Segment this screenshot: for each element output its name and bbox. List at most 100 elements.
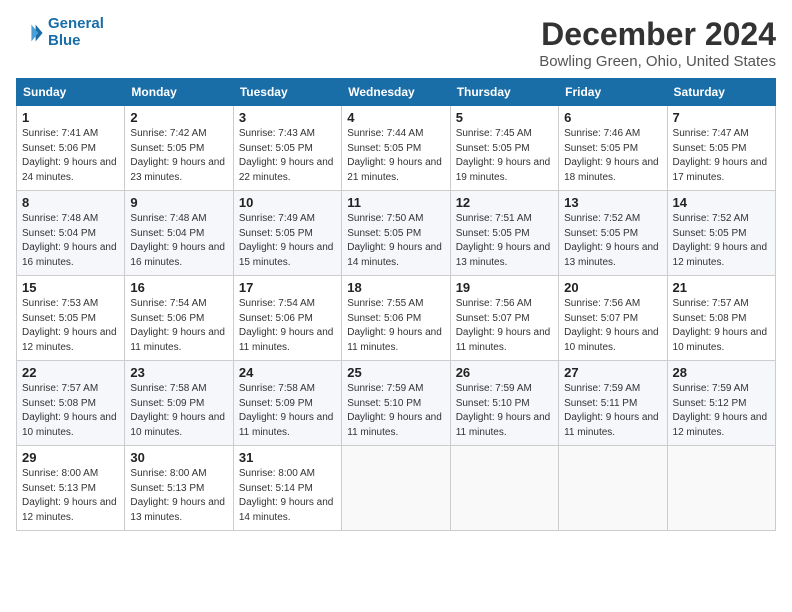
day-detail: Sunrise: 7:54 AM Sunset: 5:06 PM Dayligh…	[239, 297, 336, 355]
day-detail: Sunrise: 7:51 AM Sunset: 5:05 PM Dayligh…	[456, 212, 553, 270]
calendar-week-1: 1 Sunrise: 7:41 AM Sunset: 5:06 PM Daylig…	[17, 106, 776, 191]
day-detail: Sunrise: 8:00 AM Sunset: 5:14 PM Dayligh…	[239, 467, 336, 525]
calendar-cell: 15 Sunrise: 7:53 AM Sunset: 5:05 PM Dayli…	[17, 276, 125, 361]
day-detail: Sunrise: 8:00 AM Sunset: 5:13 PM Dayligh…	[22, 467, 119, 525]
day-detail: Sunrise: 7:42 AM Sunset: 5:05 PM Dayligh…	[130, 127, 227, 185]
calendar-cell: 19 Sunrise: 7:56 AM Sunset: 5:07 PM Dayli…	[450, 276, 558, 361]
calendar-cell: 21Sunrise: 7:57 AM Sunset: 5:08 PM Dayli…	[667, 276, 775, 361]
day-number: 7	[673, 110, 770, 125]
calendar-cell: 27 Sunrise: 7:59 AM Sunset: 5:11 PM Dayli…	[559, 361, 667, 446]
day-number: 22	[22, 365, 119, 380]
day-detail: Sunrise: 7:59 AM Sunset: 5:10 PM Dayligh…	[347, 382, 444, 440]
calendar-cell: 28Sunrise: 7:59 AM Sunset: 5:12 PM Dayli…	[667, 361, 775, 446]
calendar-cell: 10Sunrise: 7:49 AM Sunset: 5:05 PM Dayli…	[233, 191, 341, 276]
day-detail: Sunrise: 7:49 AM Sunset: 5:05 PM Dayligh…	[239, 212, 336, 270]
calendar-table: SundayMondayTuesdayWednesdayThursdayFrid…	[16, 78, 776, 531]
calendar-week-3: 15 Sunrise: 7:53 AM Sunset: 5:05 PM Dayli…	[17, 276, 776, 361]
day-number: 28	[673, 365, 770, 380]
day-detail: Sunrise: 7:48 AM Sunset: 5:04 PM Dayligh…	[22, 212, 119, 270]
calendar-cell: 20 Sunrise: 7:56 AM Sunset: 5:07 PM Dayli…	[559, 276, 667, 361]
calendar-cell: 2 Sunrise: 7:42 AM Sunset: 5:05 PM Daylig…	[125, 106, 233, 191]
day-detail: Sunrise: 7:43 AM Sunset: 5:05 PM Dayligh…	[239, 127, 336, 185]
day-detail: Sunrise: 7:50 AM Sunset: 5:05 PM Dayligh…	[347, 212, 444, 270]
weekday-header-row: SundayMondayTuesdayWednesdayThursdayFrid…	[17, 79, 776, 106]
day-detail: Sunrise: 7:57 AM Sunset: 5:08 PM Dayligh…	[22, 382, 119, 440]
day-detail: Sunrise: 7:48 AM Sunset: 5:04 PM Dayligh…	[130, 212, 227, 270]
calendar-cell: 17 Sunrise: 7:54 AM Sunset: 5:06 PM Dayli…	[233, 276, 341, 361]
calendar-title-area: December 2024 Bowling Green, Ohio, Unite…	[539, 16, 776, 70]
logo-text-line2: Blue	[48, 33, 104, 50]
day-detail: Sunrise: 7:59 AM Sunset: 5:10 PM Dayligh…	[456, 382, 553, 440]
weekday-header-friday: Friday	[559, 79, 667, 106]
logo: General Blue	[16, 16, 104, 49]
day-detail: Sunrise: 7:54 AM Sunset: 5:06 PM Dayligh…	[130, 297, 227, 355]
calendar-week-5: 29 Sunrise: 8:00 AM Sunset: 5:13 PM Dayli…	[17, 446, 776, 531]
calendar-cell: 18Sunrise: 7:55 AM Sunset: 5:06 PM Dayli…	[342, 276, 450, 361]
day-number: 3	[239, 110, 336, 125]
day-detail: Sunrise: 7:41 AM Sunset: 5:06 PM Dayligh…	[22, 127, 119, 185]
calendar-cell: 12 Sunrise: 7:51 AM Sunset: 5:05 PM Dayli…	[450, 191, 558, 276]
day-number: 29	[22, 450, 119, 465]
day-number: 18	[347, 280, 444, 295]
calendar-week-2: 8 Sunrise: 7:48 AM Sunset: 5:04 PM Daylig…	[17, 191, 776, 276]
calendar-cell: 1 Sunrise: 7:41 AM Sunset: 5:06 PM Daylig…	[17, 106, 125, 191]
day-number: 23	[130, 365, 227, 380]
day-detail: Sunrise: 7:53 AM Sunset: 5:05 PM Dayligh…	[22, 297, 119, 355]
calendar-cell: 7 Sunrise: 7:47 AM Sunset: 5:05 PM Daylig…	[667, 106, 775, 191]
logo-icon	[16, 19, 44, 47]
weekday-header-sunday: Sunday	[17, 79, 125, 106]
calendar-cell: 31 Sunrise: 8:00 AM Sunset: 5:14 PM Dayli…	[233, 446, 341, 531]
day-number: 17	[239, 280, 336, 295]
calendar-cell: 22 Sunrise: 7:57 AM Sunset: 5:08 PM Dayli…	[17, 361, 125, 446]
day-detail: Sunrise: 7:46 AM Sunset: 5:05 PM Dayligh…	[564, 127, 661, 185]
day-detail: Sunrise: 7:47 AM Sunset: 5:05 PM Dayligh…	[673, 127, 770, 185]
day-detail: Sunrise: 7:44 AM Sunset: 5:05 PM Dayligh…	[347, 127, 444, 185]
day-number: 11	[347, 195, 444, 210]
calendar-cell	[450, 446, 558, 531]
day-number: 20	[564, 280, 661, 295]
day-number: 1	[22, 110, 119, 125]
calendar-cell: 29 Sunrise: 8:00 AM Sunset: 5:13 PM Dayli…	[17, 446, 125, 531]
day-number: 12	[456, 195, 553, 210]
calendar-cell	[559, 446, 667, 531]
day-number: 13	[564, 195, 661, 210]
day-detail: Sunrise: 7:52 AM Sunset: 5:05 PM Dayligh…	[564, 212, 661, 270]
day-number: 24	[239, 365, 336, 380]
weekday-header-thursday: Thursday	[450, 79, 558, 106]
day-number: 15	[22, 280, 119, 295]
day-detail: Sunrise: 7:56 AM Sunset: 5:07 PM Dayligh…	[456, 297, 553, 355]
calendar-cell: 26 Sunrise: 7:59 AM Sunset: 5:10 PM Dayli…	[450, 361, 558, 446]
day-detail: Sunrise: 7:45 AM Sunset: 5:05 PM Dayligh…	[456, 127, 553, 185]
day-number: 8	[22, 195, 119, 210]
day-detail: Sunrise: 8:00 AM Sunset: 5:13 PM Dayligh…	[130, 467, 227, 525]
day-number: 9	[130, 195, 227, 210]
day-number: 5	[456, 110, 553, 125]
calendar-week-4: 22 Sunrise: 7:57 AM Sunset: 5:08 PM Dayli…	[17, 361, 776, 446]
logo-text-line1: General	[48, 16, 104, 33]
page-header: General Blue December 2024 Bowling Green…	[16, 16, 776, 70]
calendar-cell: 30 Sunrise: 8:00 AM Sunset: 5:13 PM Dayli…	[125, 446, 233, 531]
day-number: 26	[456, 365, 553, 380]
weekday-header-monday: Monday	[125, 79, 233, 106]
day-detail: Sunrise: 7:56 AM Sunset: 5:07 PM Dayligh…	[564, 297, 661, 355]
day-number: 6	[564, 110, 661, 125]
location-title: Bowling Green, Ohio, United States	[539, 53, 776, 70]
calendar-cell: 11 Sunrise: 7:50 AM Sunset: 5:05 PM Dayli…	[342, 191, 450, 276]
calendar-cell: 13 Sunrise: 7:52 AM Sunset: 5:05 PM Dayli…	[559, 191, 667, 276]
day-detail: Sunrise: 7:59 AM Sunset: 5:11 PM Dayligh…	[564, 382, 661, 440]
calendar-cell: 14Sunrise: 7:52 AM Sunset: 5:05 PM Dayli…	[667, 191, 775, 276]
day-number: 30	[130, 450, 227, 465]
day-number: 4	[347, 110, 444, 125]
day-number: 27	[564, 365, 661, 380]
day-number: 19	[456, 280, 553, 295]
calendar-cell: 25Sunrise: 7:59 AM Sunset: 5:10 PM Dayli…	[342, 361, 450, 446]
day-number: 16	[130, 280, 227, 295]
day-number: 21	[673, 280, 770, 295]
day-number: 31	[239, 450, 336, 465]
month-title: December 2024	[539, 16, 776, 53]
calendar-cell: 23Sunrise: 7:58 AM Sunset: 5:09 PM Dayli…	[125, 361, 233, 446]
calendar-cell: 24Sunrise: 7:58 AM Sunset: 5:09 PM Dayli…	[233, 361, 341, 446]
day-number: 2	[130, 110, 227, 125]
calendar-cell	[667, 446, 775, 531]
calendar-cell: 6 Sunrise: 7:46 AM Sunset: 5:05 PM Daylig…	[559, 106, 667, 191]
